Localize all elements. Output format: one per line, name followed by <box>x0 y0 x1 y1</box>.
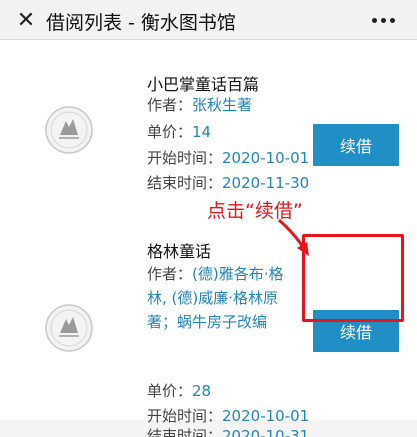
author-label: 作者： <box>147 96 193 114</box>
author-value: 张秋生著 <box>192 96 253 114</box>
author-value-line: 林, (德)威廉·格林原 <box>147 289 279 307</box>
start-label: 开始时间： <box>147 149 223 167</box>
start-value: 2020-10-01 <box>222 407 310 425</box>
close-icon[interactable]: ✕ <box>10 4 42 36</box>
end-row: 结束时间：2020-11-30 <box>147 171 309 195</box>
end-value: 2020-11-30 <box>222 174 310 192</box>
top-bar: ✕ 借阅列表 - 衡水图书馆 <box>0 0 417 40</box>
author-row: 作者：(德)雅各布·格 林, (德)威廉·格林原 著；蜗牛房子改编 <box>147 262 297 334</box>
price-value: 28 <box>192 382 212 400</box>
end-value: 2020-10-31 <box>222 427 310 437</box>
page-title: 借阅列表 - 衡水图书馆 <box>46 12 236 34</box>
end-label: 结束时间： <box>147 427 223 437</box>
library-logo-icon <box>45 106 93 154</box>
price-label: 单价： <box>147 382 193 400</box>
end-row: 结束时间：2020-10-31 <box>147 427 309 437</box>
start-label: 开始时间： <box>147 407 223 425</box>
author-value-line: (德)雅各布·格 <box>192 265 284 283</box>
price-row: 单价：28 <box>147 379 211 403</box>
renew-button[interactable]: 续借 <box>313 124 399 166</box>
book-title: 小巴掌童话百篇 <box>147 75 260 94</box>
start-row: 开始时间：2020-10-01 <box>147 146 309 170</box>
price-label: 单价： <box>147 123 193 141</box>
highlight-box <box>302 234 404 322</box>
start-row: 开始时间：2020-10-01 <box>147 404 309 428</box>
price-value: 14 <box>192 123 212 141</box>
more-dots-icon[interactable] <box>363 6 403 34</box>
author-label: 作者： <box>147 265 193 283</box>
start-value: 2020-10-01 <box>222 149 310 167</box>
library-logo-icon <box>45 304 93 352</box>
end-label: 结束时间： <box>147 174 223 192</box>
book-title: 格林童话 <box>147 242 212 261</box>
author-value-line: 著；蜗牛房子改编 <box>147 313 268 331</box>
price-row: 单价：14 <box>147 120 211 144</box>
author-row: 作者：张秋生著 <box>147 93 252 117</box>
